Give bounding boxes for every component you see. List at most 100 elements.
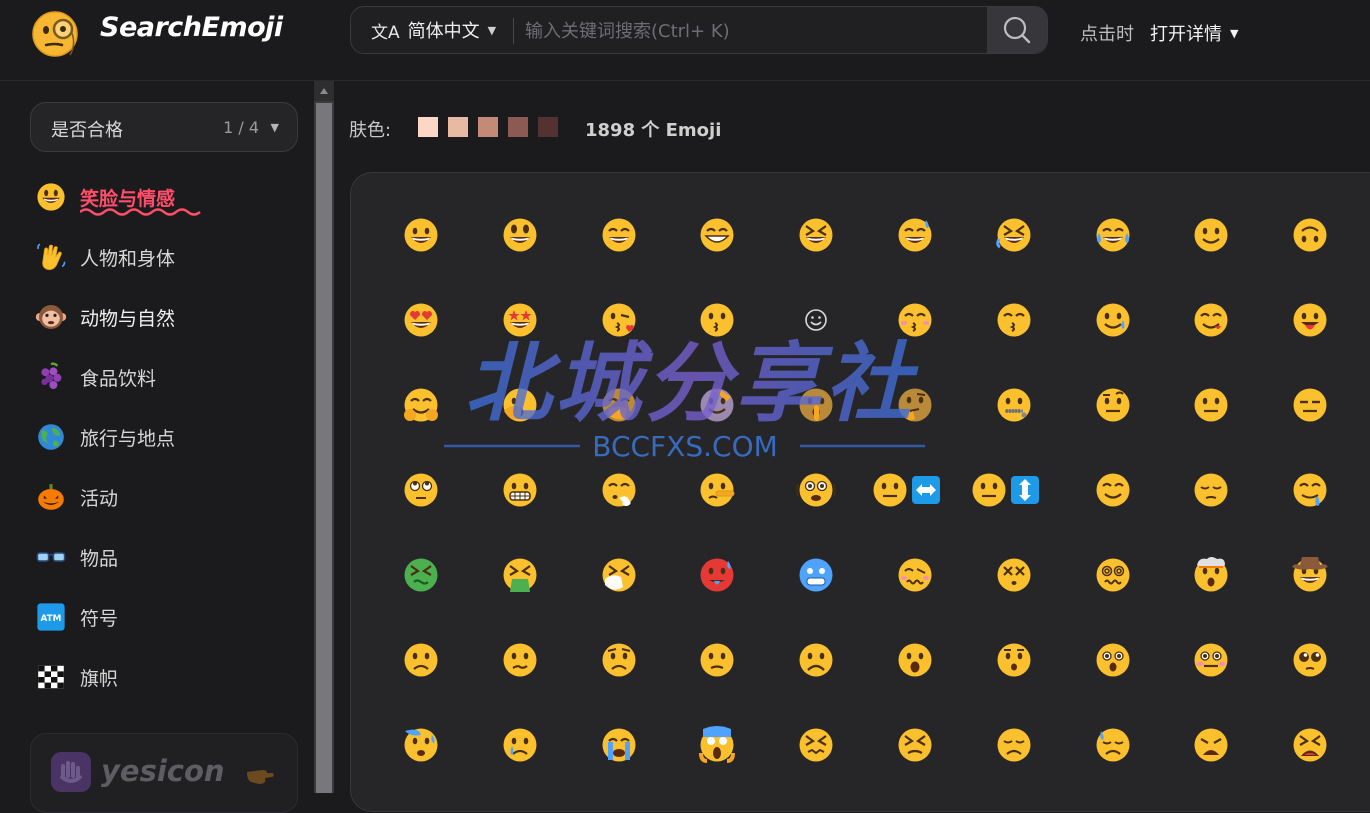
search-input[interactable] xyxy=(523,7,987,53)
sidebar-item-travel[interactable]: 旅行与地点 xyxy=(34,417,175,457)
emoji-sweat-smile[interactable] xyxy=(895,215,935,255)
search-icon xyxy=(1003,16,1031,44)
emoji-peeking[interactable] xyxy=(500,385,540,425)
emoji-grimacing[interactable] xyxy=(500,470,540,510)
sidebar-item-people[interactable]: 人物和身体 xyxy=(34,237,175,277)
skin-tone-swatch[interactable] xyxy=(418,117,438,137)
emoji-tired[interactable] xyxy=(1290,725,1330,765)
skin-tone-swatch[interactable] xyxy=(508,117,528,137)
emoji-nauseated[interactable] xyxy=(401,555,441,595)
emoji-spiral-eyes[interactable] xyxy=(1093,555,1133,595)
sidebar-item-symbols[interactable]: ATM 符号 xyxy=(34,597,118,637)
emoji-hushed[interactable] xyxy=(994,640,1034,680)
sidebar-item-food[interactable]: 食品饮料 xyxy=(34,357,156,397)
emoji-slightly-smiling[interactable] xyxy=(1191,215,1231,255)
emoji-screaming[interactable] xyxy=(697,725,737,765)
emoji-loudly-crying[interactable] xyxy=(599,725,639,765)
emoji-woozy[interactable] xyxy=(895,555,935,595)
emoji-downcast-sweat[interactable] xyxy=(1093,725,1133,765)
emoji-flushed[interactable] xyxy=(1191,640,1231,680)
emoji-eye-roll[interactable] xyxy=(401,470,441,510)
emoji-anxious-sweat[interactable] xyxy=(401,725,441,765)
emoji-sneezing[interactable] xyxy=(599,555,639,595)
sidebar-scrollbar[interactable] xyxy=(314,81,334,793)
emoji-knocked-out[interactable] xyxy=(994,555,1034,595)
monocle-face-logo-icon[interactable] xyxy=(30,5,84,59)
search-button[interactable] xyxy=(987,7,1047,53)
qualification-filter[interactable]: 是否合格 1 / 4 ▼ xyxy=(30,102,298,152)
sidebar-item-activities[interactable]: 活动 xyxy=(34,477,118,517)
emoji-frowning[interactable] xyxy=(401,640,441,680)
emoji-head-shaking-horizontally[interactable] xyxy=(870,470,960,510)
emoji-upside-down[interactable] xyxy=(1290,215,1330,255)
emoji-neutral[interactable] xyxy=(1191,385,1231,425)
emoji-tears-of-joy[interactable] xyxy=(1093,215,1133,255)
neutral-icon xyxy=(1194,388,1228,422)
emoji-frowning-face[interactable] xyxy=(796,640,836,680)
emoji-persevering[interactable] xyxy=(895,725,935,765)
emoji-blowing-kiss[interactable] xyxy=(599,300,639,340)
emoji-drooling[interactable] xyxy=(1290,470,1330,510)
emoji-weary[interactable] xyxy=(1191,725,1231,765)
emoji-grinning-big-eyes[interactable] xyxy=(500,215,540,255)
emoji-kissing-closed-eyes[interactable] xyxy=(895,300,935,340)
emoji-relieved[interactable] xyxy=(1093,470,1133,510)
click-action-dropdown[interactable]: 打开详情 ▼ xyxy=(1150,20,1238,46)
emoji-tongue[interactable] xyxy=(1290,300,1330,340)
emoji-expressionless[interactable] xyxy=(1290,385,1330,425)
emoji-star-struck[interactable] xyxy=(500,300,540,340)
emoji-crying[interactable] xyxy=(500,725,540,765)
sidebar-item-objects[interactable]: 物品 xyxy=(34,537,118,577)
emoji-thinking[interactable] xyxy=(895,385,935,425)
skin-tone-swatch[interactable] xyxy=(538,117,558,137)
emoji-saluting[interactable] xyxy=(697,385,737,425)
beaming-icon xyxy=(700,218,734,252)
scrollbar-thumb[interactable] xyxy=(316,103,332,793)
emoji-pensive[interactable] xyxy=(1191,470,1231,510)
emoji-yum[interactable] xyxy=(1191,300,1231,340)
emoji-smiling-tear[interactable] xyxy=(1093,300,1133,340)
emoji-shushing[interactable] xyxy=(796,385,836,425)
emoji-beaming[interactable] xyxy=(697,215,737,255)
emoji-raised-eyebrow[interactable] xyxy=(1093,385,1133,425)
emoji-grinning[interactable] xyxy=(401,215,441,255)
emoji-astonished[interactable] xyxy=(1093,640,1133,680)
scroll-up-icon[interactable] xyxy=(314,81,334,101)
emoji-exploding-head[interactable] xyxy=(1191,555,1231,595)
emoji-hot[interactable] xyxy=(697,555,737,595)
emoji-shaking[interactable] xyxy=(796,470,836,510)
emoji-pleading[interactable] xyxy=(1290,640,1330,680)
brand-name[interactable]: SearchEmoji xyxy=(100,12,283,43)
emoji-cowboy[interactable] xyxy=(1290,555,1330,595)
skin-tone-swatch[interactable] xyxy=(448,117,468,137)
language-selector[interactable]: 文A 简体中文 ▼ xyxy=(371,7,496,53)
emoji-squinting[interactable] xyxy=(796,215,836,255)
emoji-heart-eyes[interactable] xyxy=(401,300,441,340)
emoji-head-shaking-vertically[interactable] xyxy=(969,470,1059,510)
sidebar-item-smileys[interactable]: 笑脸与情感 xyxy=(34,177,201,217)
emoji-disappointed[interactable] xyxy=(994,725,1034,765)
emoji-rolling-laughing[interactable] xyxy=(994,215,1034,255)
emoji-smiling-face[interactable] xyxy=(796,300,836,340)
astonished-icon xyxy=(1096,643,1130,677)
emoji-confused[interactable] xyxy=(500,640,540,680)
yesicon-promo[interactable]: yesicon xyxy=(30,733,298,813)
emoji-hugging[interactable] xyxy=(401,385,441,425)
emoji-open-mouth[interactable] xyxy=(895,640,935,680)
eye-roll-icon xyxy=(404,473,438,507)
emoji-lying[interactable] xyxy=(697,470,737,510)
emoji-kissing-smiling-eyes[interactable] xyxy=(994,300,1034,340)
emoji-kissing[interactable] xyxy=(697,300,737,340)
emoji-vomiting[interactable] xyxy=(500,555,540,595)
sidebar-item-animals[interactable]: 动物与自然 xyxy=(34,297,175,337)
skin-tone-swatch[interactable] xyxy=(478,117,498,137)
emoji-confounded[interactable] xyxy=(796,725,836,765)
sidebar-item-flags[interactable]: 旗帜 xyxy=(34,657,118,697)
emoji-grinning-smiling-eyes[interactable] xyxy=(599,215,639,255)
emoji-zipper-mouth[interactable] xyxy=(994,385,1034,425)
emoji-cold[interactable] xyxy=(796,555,836,595)
emoji-hand-over-mouth[interactable] xyxy=(599,385,639,425)
emoji-face-exhaling[interactable] xyxy=(599,470,639,510)
emoji-slightly-frowning[interactable] xyxy=(697,640,737,680)
emoji-worried[interactable] xyxy=(599,640,639,680)
